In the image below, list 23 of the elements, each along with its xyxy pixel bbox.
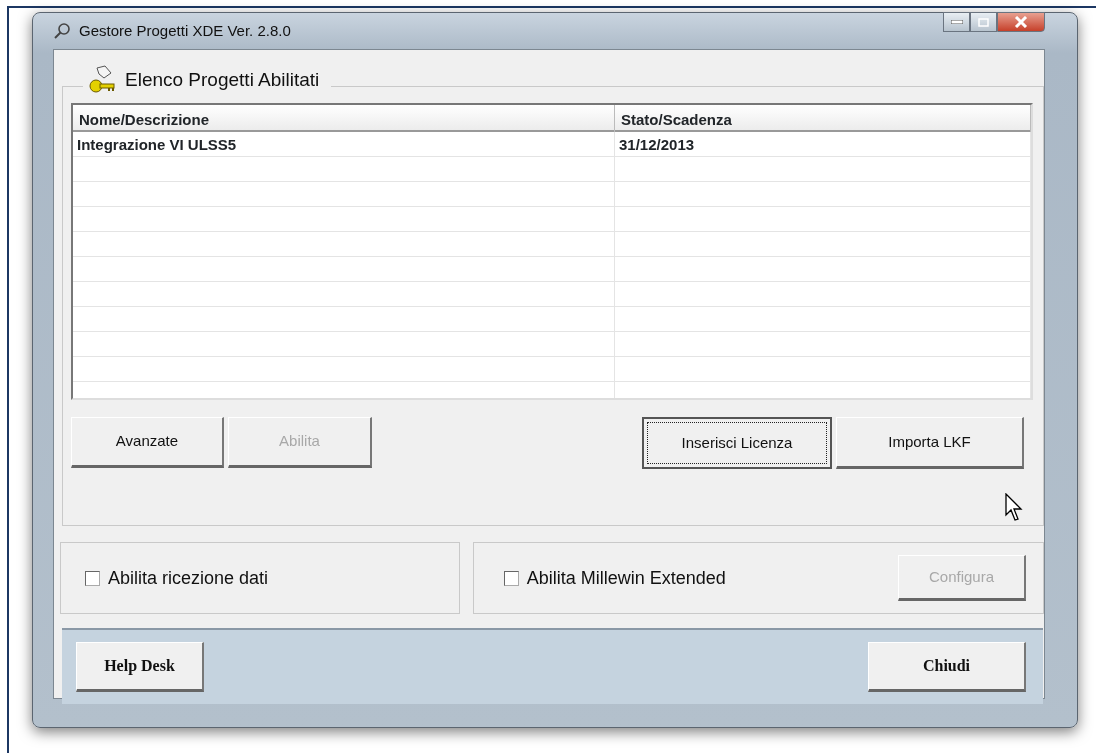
mouse-cursor-icon <box>1005 493 1023 523</box>
minimize-icon <box>950 20 963 24</box>
checkbox-label: Abilita ricezione dati <box>108 566 269 590</box>
push-button[interactable]: Inserisci Licenza <box>642 417 832 469</box>
push-button[interactable]: Importa LKF <box>836 417 1024 469</box>
push-button[interactable]: Avanzate <box>71 417 224 468</box>
window-title: Gestore Progetti XDE Ver. 2.8.0 <box>79 20 291 41</box>
table-cell: Integrazione VI ULSS5 <box>73 132 615 159</box>
table-cell: 31/12/2013 <box>615 132 1031 159</box>
checkbox[interactable] <box>503 570 519 586</box>
column-header[interactable]: Stato/Scadenza <box>615 105 1031 136</box>
checkbox[interactable] <box>85 570 100 586</box>
column-header[interactable]: Nome/Descrizione <box>73 105 615 136</box>
push-button[interactable]: Help Desk <box>76 642 204 692</box>
minimize-button[interactable] <box>943 12 970 32</box>
magnifier-icon <box>53 22 71 40</box>
maximize-button[interactable] <box>970 12 997 32</box>
checkbox-label: Abilita Millewin Extended <box>526 566 726 590</box>
maximize-icon <box>978 17 989 27</box>
push-button[interactable]: Chiudi <box>868 642 1026 692</box>
close-icon <box>1014 16 1028 28</box>
group-title: Elenco Progetti Abilitati <box>125 67 320 92</box>
close-button[interactable] <box>997 12 1045 32</box>
